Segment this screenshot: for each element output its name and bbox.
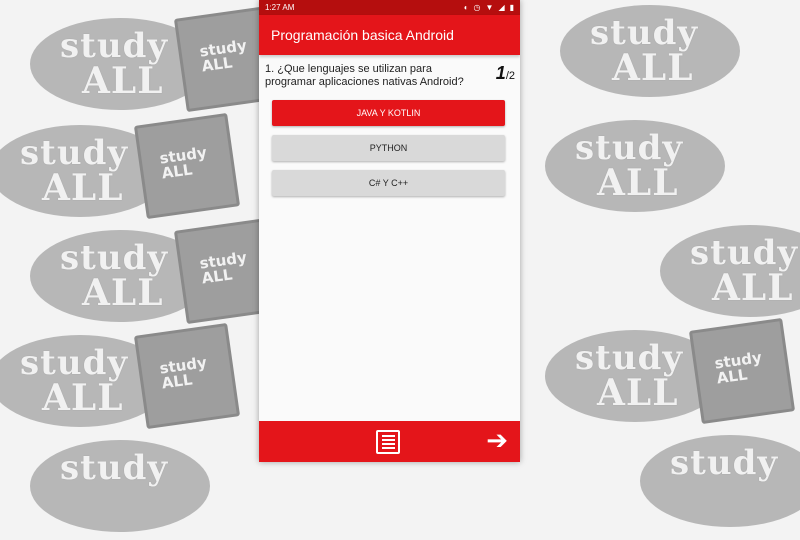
- watermark-logo: study ALL study ALL: [545, 317, 800, 430]
- answer-button-python[interactable]: PYTHON: [272, 135, 505, 161]
- watermark-logo: study ALL study ALL: [30, 5, 290, 118]
- status-icons: ◐ ◷ ▼ ◢ ▮: [463, 2, 514, 12]
- answer-button-csharp-cpp[interactable]: C# Y C++: [272, 170, 505, 196]
- watermark-logo: study ALL study ALL: [30, 217, 290, 330]
- watermark-logo: study ALL: [545, 110, 800, 220]
- wifi-icon: ▼: [485, 2, 494, 12]
- phone-screen: 1:27 AM ◐ ◷ ▼ ◢ ▮ Programación basica An…: [259, 0, 520, 462]
- bottom-bar: ➔: [259, 421, 520, 462]
- watermark-logo: study ALL study ALL: [0, 322, 250, 435]
- question-text: 1. ¿Que lenguajes se utilizan para progr…: [265, 63, 464, 88]
- total-questions: /2: [505, 70, 515, 82]
- status-time: 1:27 AM: [265, 3, 295, 12]
- question-counter: 1/2: [496, 63, 515, 84]
- answer-button-java-kotlin[interactable]: JAVA Y KOTLIN: [272, 100, 505, 126]
- app-bar: Programación basica Android: [259, 15, 520, 55]
- current-question-number: 1: [495, 63, 506, 83]
- watermark-logo: study ALL: [560, 0, 800, 105]
- signal-icon: ◢: [498, 2, 505, 12]
- watermark-logo: study: [30, 430, 290, 540]
- battery-icon: ▮: [509, 2, 514, 12]
- watermark-logo: study ALL study ALL: [0, 112, 250, 225]
- question-row: 1. ¿Que lenguajes se utilizan para progr…: [265, 63, 515, 89]
- status-bar: 1:27 AM ◐ ◷ ▼ ◢ ▮: [259, 0, 520, 15]
- arrow-right-icon[interactable]: ➔: [486, 427, 508, 453]
- app-title: Programación basica Android: [271, 27, 454, 43]
- list-icon[interactable]: [376, 430, 400, 454]
- vibrate-icon: ◐: [463, 2, 469, 12]
- alarm-icon: ◷: [473, 2, 481, 12]
- watermark-logo: study: [640, 425, 800, 535]
- watermark-logo: study ALL: [660, 215, 800, 325]
